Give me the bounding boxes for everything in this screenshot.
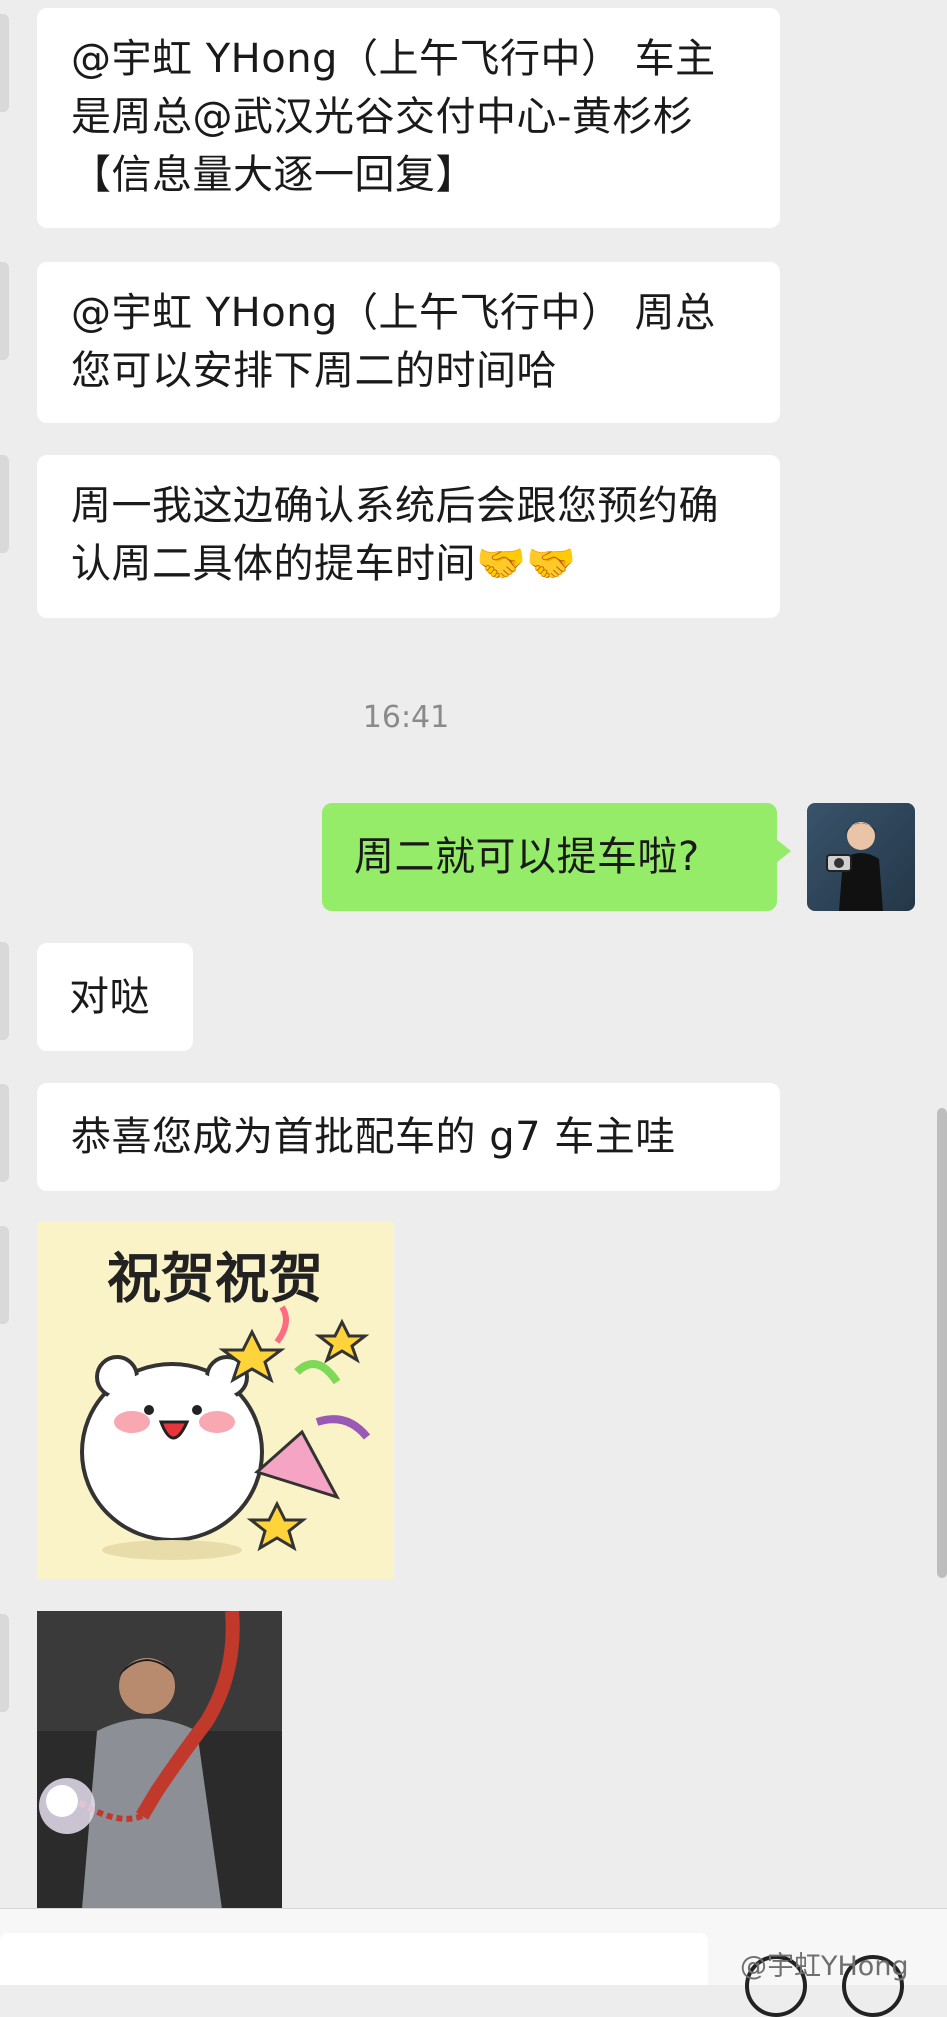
sender-avatar-edge[interactable] xyxy=(0,1084,9,1182)
sender-avatar-edge[interactable] xyxy=(0,1614,9,1712)
message-bubble[interactable]: @宇虹 YHong（上午飞行中） 车主是周总@武汉光谷交付中心-黄杉杉【信息量大… xyxy=(37,8,780,228)
sender-avatar-edge[interactable] xyxy=(0,1226,9,1324)
sender-avatar-edge[interactable] xyxy=(0,455,9,553)
message-bubble[interactable]: 恭喜您成为首批配车的 g7 车主哇 xyxy=(37,1083,780,1191)
watermark: @宇虹YHong xyxy=(740,1951,909,1982)
message-bubble[interactable]: @宇虹 YHong（上午飞行中） 周总您可以安排下周二的时间哈 xyxy=(37,262,780,423)
message-bubble[interactable]: 周一我这边确认系统后会跟您预约确认周二具体的提车时间🤝🤝 xyxy=(37,455,780,618)
my-avatar[interactable] xyxy=(807,803,915,911)
chat-area[interactable]: @宇虹 YHong（上午飞行中） 车主是周总@武汉光谷交付中心-黄杉杉【信息量大… xyxy=(0,0,947,2017)
scrollbar[interactable] xyxy=(937,1108,947,1578)
firecracker-gif-image xyxy=(37,1611,282,1909)
sender-avatar-edge[interactable] xyxy=(0,942,9,1040)
sender-avatar-edge[interactable] xyxy=(0,14,9,112)
sticker-caption: 祝贺祝贺 xyxy=(107,1247,323,1310)
message-input[interactable] xyxy=(0,1933,708,1985)
person-avatar-icon xyxy=(826,822,883,911)
celebration-bear-sticker: 祝贺祝贺 xyxy=(80,1247,371,1560)
message-timestamp: 16:41 xyxy=(362,700,450,735)
message-bubble-sent[interactable]: 周二就可以提车啦? xyxy=(322,803,791,911)
sender-avatar-edge[interactable] xyxy=(0,262,9,360)
celebration-sticker[interactable]: 祝贺祝贺 xyxy=(37,1222,394,1579)
message-bubble[interactable]: 对哒 xyxy=(37,943,193,1051)
firecracker-gif[interactable] xyxy=(37,1611,282,1909)
